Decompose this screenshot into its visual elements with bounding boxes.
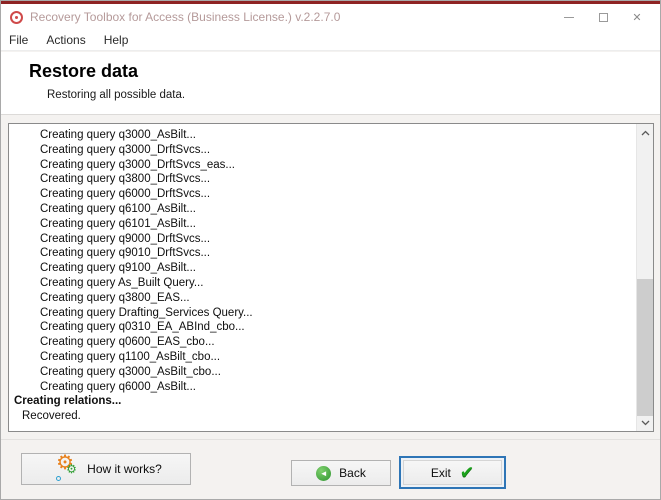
back-label: Back xyxy=(339,466,366,480)
log-line: Creating query q3000_DrftSvcs_eas... xyxy=(40,158,235,171)
log-line: Creating query q1100_AsBilt_cbo... xyxy=(40,350,221,363)
log-line: Recovered. xyxy=(22,410,81,423)
scrollbar-thumb[interactable] xyxy=(637,279,653,416)
back-arrow-icon: ◄ xyxy=(316,465,332,481)
scroll-up-icon[interactable] xyxy=(637,124,653,141)
back-button[interactable]: ◄ Back xyxy=(291,460,391,486)
title-bar[interactable]: Recovery Toolbox for Access (Business Li… xyxy=(1,4,660,30)
log-line: Creating query q3000_AsBilt_cbo... xyxy=(40,365,221,378)
gears-icon: ⚙ ⚙ xyxy=(50,450,80,482)
header-panel: Restore data Restoring all possible data… xyxy=(1,52,660,115)
page-title: Restore data xyxy=(29,61,139,81)
how-it-works-label: How it works? xyxy=(87,462,162,476)
checkmark-icon: ✔ xyxy=(459,462,475,483)
log-line: Creating query q3800_DrftSvcs... xyxy=(40,173,211,186)
log-line: Creating query q0600_EAS_cbo... xyxy=(40,336,215,349)
log-line: Creating query q6100_AsBilt... xyxy=(40,202,196,215)
window-title: Recovery Toolbox for Access (Business Li… xyxy=(30,10,341,24)
menu-bar: File Actions Help xyxy=(1,30,660,51)
log-line: Creating relations... xyxy=(14,395,122,408)
menu-file[interactable]: File xyxy=(9,33,28,47)
close-button[interactable]: ✕ xyxy=(620,4,654,30)
log-line: Creating query q9000_DrftSvcs... xyxy=(40,232,211,245)
log-line: Creating query Drafting_Services Query..… xyxy=(40,306,253,319)
log-line: Creating query q0310_EA_ABInd_cbo... xyxy=(40,321,245,334)
menu-actions[interactable]: Actions xyxy=(46,33,85,47)
exit-label: Exit xyxy=(430,465,451,480)
log-list: Creating query q3000_AsBilt... Creating q… xyxy=(10,128,635,424)
footer-bar: ⚙ ⚙ How it works? ◄ Back Exit ✔ xyxy=(1,439,660,499)
log-line: Creating query q6000_AsBilt... xyxy=(40,380,196,393)
maximize-button[interactable] xyxy=(586,4,620,30)
log-line: Creating query q3800_EAS... xyxy=(40,291,190,304)
log-line: Creating query q9010_DrftSvcs... xyxy=(40,247,211,260)
log-line: Creating query q3000_DrftSvcs... xyxy=(40,143,211,156)
scroll-down-icon[interactable] xyxy=(637,414,653,431)
page-subtitle: Restoring all possible data. xyxy=(47,89,186,101)
vertical-scrollbar[interactable] xyxy=(636,124,653,431)
app-window: Recovery Toolbox for Access (Business Li… xyxy=(0,0,661,500)
window-controls: ✕ xyxy=(552,4,654,30)
exit-button[interactable]: Exit ✔ xyxy=(399,456,506,489)
app-icon xyxy=(10,10,23,24)
log-line: Creating query q9100_AsBilt... xyxy=(40,262,196,275)
log-line: Creating query q3000_AsBilt... xyxy=(40,129,196,141)
log-line: Creating query q6101_AsBilt... xyxy=(40,217,196,230)
log-line: Creating query q6000_DrftSvcs... xyxy=(40,188,211,201)
log-line: Creating query As_Built Query... xyxy=(40,276,204,289)
how-it-works-button[interactable]: ⚙ ⚙ How it works? xyxy=(21,450,191,485)
minimize-button[interactable] xyxy=(552,4,586,30)
recovery-log-box[interactable]: Creating query q3000_AsBilt... Creating q… xyxy=(8,123,654,432)
menu-help[interactable]: Help xyxy=(104,33,129,47)
